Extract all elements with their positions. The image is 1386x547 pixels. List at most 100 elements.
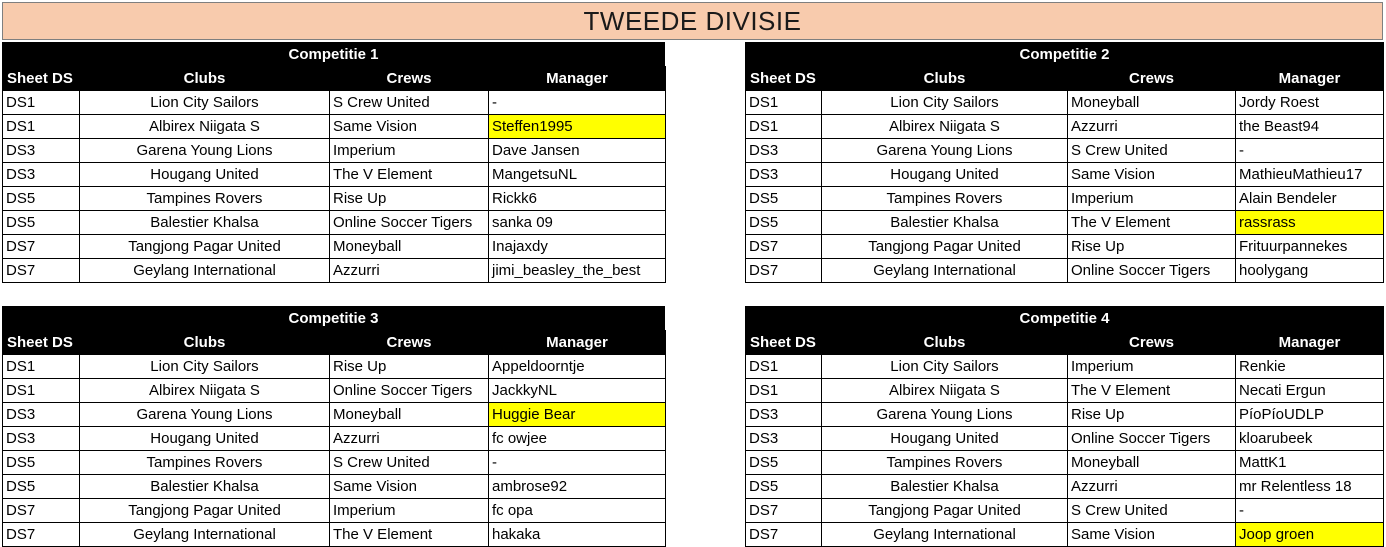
sheet-ds-cell[interactable]: DS1 — [745, 90, 822, 115]
sheet-ds-cell[interactable]: DS3 — [745, 162, 822, 187]
manager-cell[interactable]: Rickk6 — [488, 186, 666, 211]
club-cell[interactable]: Geylang International — [821, 522, 1068, 547]
club-cell[interactable]: Tampines Rovers — [821, 450, 1068, 475]
crew-cell[interactable]: Rise Up — [329, 354, 489, 379]
club-cell[interactable]: Garena Young Lions — [79, 402, 330, 427]
manager-cell[interactable]: Frituurpannekes — [1235, 234, 1384, 259]
manager-cell[interactable]: Inajaxdy — [488, 234, 666, 259]
club-cell[interactable]: Geylang International — [821, 258, 1068, 283]
club-cell[interactable]: Tangjong Pagar United — [79, 234, 330, 259]
sheet-ds-cell[interactable]: DS7 — [2, 498, 80, 523]
club-cell[interactable]: Albirex Niigata S — [79, 378, 330, 403]
manager-cell[interactable]: MattK1 — [1235, 450, 1384, 475]
manager-cell[interactable]: the Beast94 — [1235, 114, 1384, 139]
club-cell[interactable]: Albirex Niigata S — [79, 114, 330, 139]
manager-cell[interactable]: rassrass — [1235, 210, 1384, 235]
club-cell[interactable]: Balestier Khalsa — [79, 210, 330, 235]
manager-cell[interactable]: - — [488, 90, 666, 115]
sheet-ds-cell[interactable]: DS5 — [2, 210, 80, 235]
sheet-ds-cell[interactable]: DS3 — [745, 402, 822, 427]
sheet-ds-cell[interactable]: DS1 — [745, 114, 822, 139]
crew-cell[interactable]: Moneyball — [1067, 90, 1236, 115]
manager-cell[interactable]: Renkie — [1235, 354, 1384, 379]
crew-cell[interactable]: Imperium — [329, 138, 489, 163]
sheet-ds-cell[interactable]: DS1 — [2, 114, 80, 139]
crew-cell[interactable]: S Crew United — [1067, 138, 1236, 163]
club-cell[interactable]: Albirex Niigata S — [821, 114, 1068, 139]
club-cell[interactable]: Garena Young Lions — [821, 138, 1068, 163]
manager-cell[interactable]: mr Relentless 18 — [1235, 474, 1384, 499]
sheet-ds-cell[interactable]: DS5 — [745, 210, 822, 235]
manager-cell[interactable]: - — [1235, 498, 1384, 523]
sheet-ds-cell[interactable]: DS7 — [745, 522, 822, 547]
sheet-ds-cell[interactable]: DS5 — [745, 474, 822, 499]
crew-cell[interactable]: Same Vision — [1067, 162, 1236, 187]
crew-cell[interactable]: Online Soccer Tigers — [1067, 426, 1236, 451]
sheet-ds-cell[interactable]: DS1 — [2, 354, 80, 379]
club-cell[interactable]: Lion City Sailors — [79, 90, 330, 115]
crew-cell[interactable]: S Crew United — [329, 90, 489, 115]
manager-cell[interactable]: Necati Ergun — [1235, 378, 1384, 403]
club-cell[interactable]: Tampines Rovers — [79, 450, 330, 475]
manager-cell[interactable]: hakaka — [488, 522, 666, 547]
club-cell[interactable]: Geylang International — [79, 258, 330, 283]
manager-cell[interactable]: PíoPíoUDLP — [1235, 402, 1384, 427]
crew-cell[interactable]: The V Element — [329, 162, 489, 187]
crew-cell[interactable]: Moneyball — [329, 234, 489, 259]
crew-cell[interactable]: Rise Up — [1067, 402, 1236, 427]
manager-cell[interactable]: ambrose92 — [488, 474, 666, 499]
sheet-ds-cell[interactable]: DS1 — [2, 378, 80, 403]
manager-cell[interactable]: JackkyNL — [488, 378, 666, 403]
club-cell[interactable]: Tangjong Pagar United — [821, 234, 1068, 259]
club-cell[interactable]: Tangjong Pagar United — [821, 498, 1068, 523]
crew-cell[interactable]: Azzurri — [1067, 474, 1236, 499]
club-cell[interactable]: Lion City Sailors — [821, 354, 1068, 379]
sheet-ds-cell[interactable]: DS7 — [2, 258, 80, 283]
sheet-ds-cell[interactable]: DS7 — [745, 234, 822, 259]
manager-cell[interactable]: Huggie Bear — [488, 402, 666, 427]
crew-cell[interactable]: The V Element — [329, 522, 489, 547]
crew-cell[interactable]: Imperium — [1067, 186, 1236, 211]
crew-cell[interactable]: Same Vision — [329, 474, 489, 499]
crew-cell[interactable]: S Crew United — [329, 450, 489, 475]
sheet-ds-cell[interactable]: DS5 — [2, 450, 80, 475]
crew-cell[interactable]: Moneyball — [329, 402, 489, 427]
crew-cell[interactable]: Online Soccer Tigers — [329, 378, 489, 403]
manager-cell[interactable]: Joop groen — [1235, 522, 1384, 547]
sheet-ds-cell[interactable]: DS5 — [2, 186, 80, 211]
manager-cell[interactable]: Appeldoorntje — [488, 354, 666, 379]
sheet-ds-cell[interactable]: DS3 — [745, 426, 822, 451]
club-cell[interactable]: Balestier Khalsa — [821, 210, 1068, 235]
club-cell[interactable]: Garena Young Lions — [821, 402, 1068, 427]
manager-cell[interactable]: fc owjee — [488, 426, 666, 451]
manager-cell[interactable]: kloarubeek — [1235, 426, 1384, 451]
crew-cell[interactable]: Online Soccer Tigers — [329, 210, 489, 235]
manager-cell[interactable]: fc opa — [488, 498, 666, 523]
crew-cell[interactable]: Rise Up — [329, 186, 489, 211]
club-cell[interactable]: Balestier Khalsa — [821, 474, 1068, 499]
crew-cell[interactable]: The V Element — [1067, 210, 1236, 235]
club-cell[interactable]: Tampines Rovers — [79, 186, 330, 211]
sheet-ds-cell[interactable]: DS1 — [745, 354, 822, 379]
sheet-ds-cell[interactable]: DS3 — [2, 162, 80, 187]
crew-cell[interactable]: Imperium — [329, 498, 489, 523]
sheet-ds-cell[interactable]: DS3 — [2, 138, 80, 163]
manager-cell[interactable]: Steffen1995 — [488, 114, 666, 139]
manager-cell[interactable]: - — [1235, 138, 1384, 163]
crew-cell[interactable]: Azzurri — [329, 426, 489, 451]
club-cell[interactable]: Lion City Sailors — [821, 90, 1068, 115]
manager-cell[interactable]: MangetsuNL — [488, 162, 666, 187]
crew-cell[interactable]: Imperium — [1067, 354, 1236, 379]
manager-cell[interactable]: MathieuMathieu17 — [1235, 162, 1384, 187]
sheet-ds-cell[interactable]: DS5 — [745, 450, 822, 475]
sheet-ds-cell[interactable]: DS7 — [745, 498, 822, 523]
crew-cell[interactable]: Azzurri — [1067, 114, 1236, 139]
club-cell[interactable]: Garena Young Lions — [79, 138, 330, 163]
manager-cell[interactable]: Jordy Roest — [1235, 90, 1384, 115]
sheet-ds-cell[interactable]: DS5 — [2, 474, 80, 499]
manager-cell[interactable]: hoolygang — [1235, 258, 1384, 283]
manager-cell[interactable]: sanka 09 — [488, 210, 666, 235]
sheet-ds-cell[interactable]: DS1 — [2, 90, 80, 115]
club-cell[interactable]: Hougang United — [79, 162, 330, 187]
club-cell[interactable]: Lion City Sailors — [79, 354, 330, 379]
